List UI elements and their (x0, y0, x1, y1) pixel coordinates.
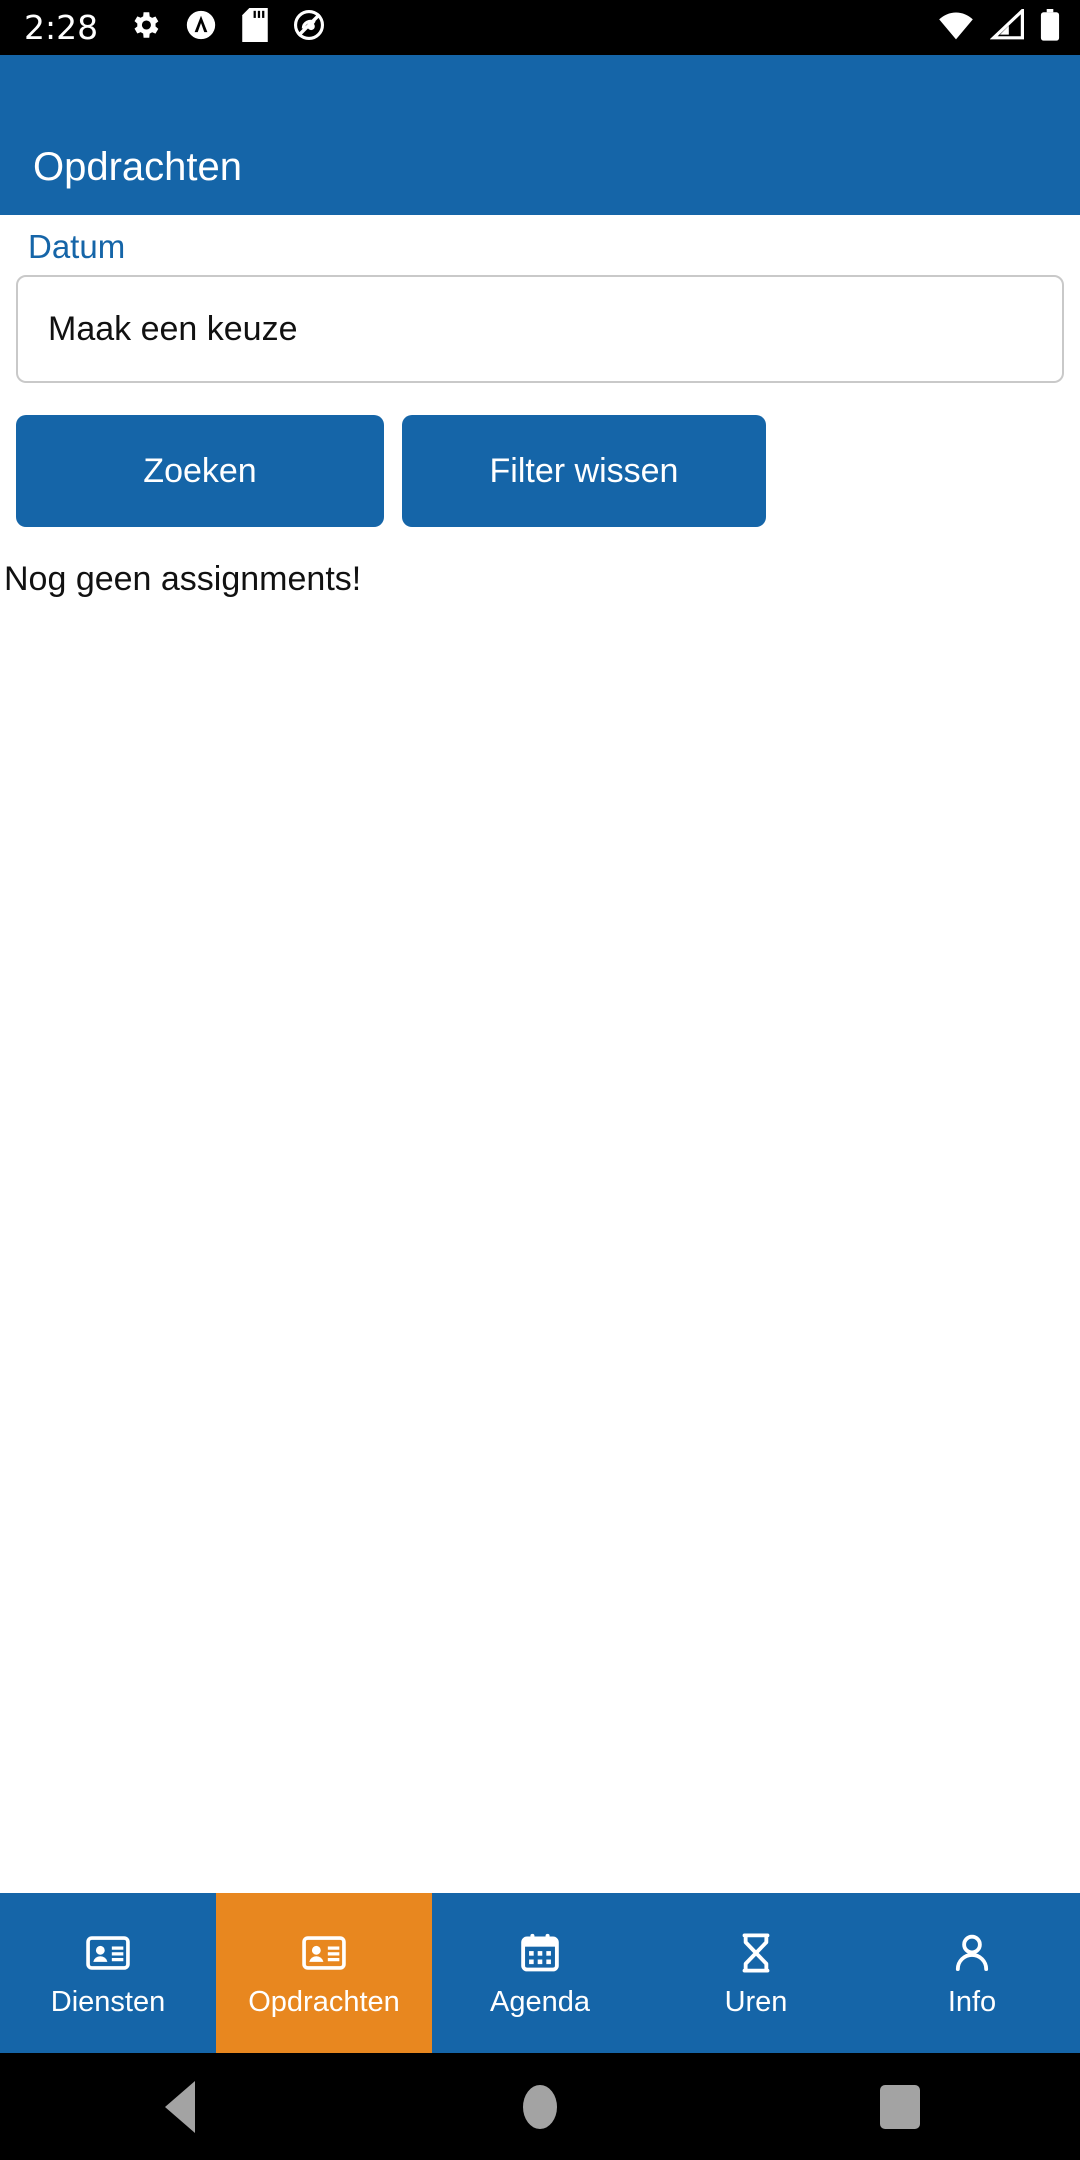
tab-opdrachten[interactable]: Opdrachten (216, 1893, 432, 2053)
status-bar-notification-icons (128, 8, 326, 47)
tab-label-opdrachten: Opdrachten (248, 1985, 400, 2018)
date-field-label: Datum (28, 228, 126, 265)
back-triangle-icon (165, 2080, 195, 2133)
id-card-icon (85, 1930, 131, 1976)
tab-label-uren: Uren (724, 1985, 788, 2018)
gear-icon (128, 8, 162, 47)
status-bar-clock: 2:28 (24, 8, 99, 47)
app-bar: Opdrachten (0, 55, 1080, 215)
tab-label-info: Info (947, 1985, 997, 2018)
tab-info[interactable]: Info (864, 1893, 1080, 2053)
empty-state-message: Nog geen assignments! (4, 560, 362, 598)
bottom-tab-bar: Diensten Opdrachten Agenda Uren Info (0, 1893, 1080, 2053)
calendar-icon (517, 1930, 563, 1976)
date-select[interactable]: Maak een keuze (16, 275, 1064, 383)
do-not-disturb-icon (292, 8, 326, 47)
hourglass-icon (733, 1930, 779, 1976)
id-card-icon (301, 1930, 347, 1976)
tab-label-agenda: Agenda (490, 1985, 590, 2018)
status-bar: 2:28 (0, 0, 1080, 55)
tab-uren[interactable]: Uren (648, 1893, 864, 2053)
cellular-signal-icon (989, 6, 1026, 46)
tab-label-diensten: Diensten (50, 1985, 166, 2018)
home-circle-icon (523, 2084, 557, 2129)
search-button[interactable]: Zoeken (16, 415, 384, 527)
person-icon (949, 1930, 995, 1976)
recents-square-icon (880, 2084, 920, 2129)
home-button[interactable] (360, 2084, 720, 2129)
recents-button[interactable] (720, 2084, 1080, 2129)
system-navigation-bar (0, 2053, 1080, 2160)
tab-agenda[interactable]: Agenda (432, 1893, 648, 2053)
date-select-value: Maak een keuze (48, 310, 298, 348)
back-button[interactable] (0, 2080, 360, 2133)
phone-screen: 2:28 Opdrachten Datum Maak een keuze Zoe… (0, 0, 1080, 2160)
sd-card-icon (240, 8, 270, 47)
status-bar-system-icons (936, 6, 1060, 47)
page-title: Opdrachten (33, 145, 243, 189)
tab-diensten[interactable]: Diensten (0, 1893, 216, 2053)
main-content: Datum Maak een keuze Zoeken Filter wisse… (0, 215, 1080, 1893)
clear-filter-button[interactable]: Filter wissen (402, 415, 766, 527)
battery-icon (1040, 8, 1060, 47)
filter-actions: Zoeken Filter wissen (0, 415, 1080, 535)
wifi-icon (936, 9, 976, 46)
circle-a-icon (184, 8, 218, 47)
